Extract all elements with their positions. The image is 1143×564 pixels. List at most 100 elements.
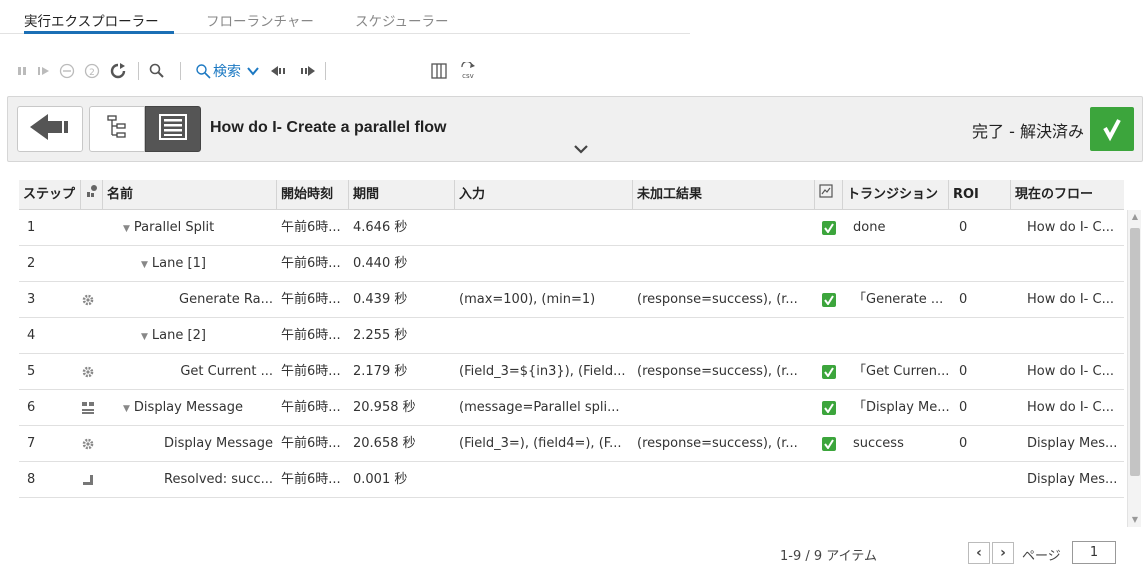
- table-row[interactable]: 4 ▼ Lane [2] 午前6時... 2.255 秒: [19, 318, 1124, 354]
- expand-toggle-icon[interactable]: ▼: [141, 260, 148, 270]
- back-button[interactable]: [17, 106, 83, 152]
- gear-icon: [81, 365, 95, 379]
- flow-title: How do I- Create a parallel flow: [210, 119, 447, 136]
- next-page-button[interactable]: ›: [992, 542, 1014, 564]
- cell-step: 1: [27, 220, 36, 235]
- col-transition[interactable]: トランジション: [843, 180, 949, 210]
- next-icon[interactable]: [296, 61, 316, 81]
- scroll-up-icon[interactable]: ▲: [1128, 210, 1142, 224]
- cell-current-flow: Display Mes...: [1027, 436, 1118, 451]
- back-arrow-icon: [28, 112, 72, 146]
- cell-current-flow: How do I- C...: [1027, 364, 1114, 379]
- table-header: ステップ 名前 開始時刻 期間 入力 未加工結果 トランジション ROI 現在の…: [19, 180, 1124, 210]
- cell-name[interactable]: Display Message: [103, 426, 277, 462]
- cell-name[interactable]: Get Current ...: [103, 354, 277, 390]
- pause-icon[interactable]: [14, 61, 30, 81]
- cell-duration: 2.255 秒: [353, 328, 408, 343]
- cell-name[interactable]: Generate Ra...: [103, 282, 277, 318]
- active-tab-indicator: [24, 31, 174, 34]
- cancel-icon[interactable]: [58, 61, 76, 81]
- resolved-icon: [81, 473, 95, 487]
- cell-name[interactable]: ▼ Lane [2]: [103, 318, 277, 354]
- cell-current-flow: [1027, 246, 1124, 282]
- search-icon[interactable]: [194, 61, 212, 81]
- cell-transition: 「Generate ...: [853, 292, 944, 307]
- cell-input: (message=Parallel spli...: [459, 400, 620, 415]
- columns-icon[interactable]: [430, 61, 448, 81]
- col-type[interactable]: [81, 180, 103, 210]
- cell-step: 2: [27, 256, 36, 271]
- tree-icon: [106, 115, 128, 143]
- list-view-button[interactable]: [145, 106, 201, 152]
- col-step[interactable]: ステップ: [19, 180, 81, 210]
- vertical-scrollbar[interactable]: ▲ ▼: [1127, 210, 1141, 527]
- col-result-check[interactable]: [815, 180, 843, 210]
- cell-start-time: 午前6時...: [281, 472, 341, 487]
- cell-start-time: 午前6時...: [281, 256, 341, 271]
- cell-step: 4: [27, 328, 36, 343]
- tree-view-button[interactable]: [89, 106, 145, 152]
- page-label: ページ: [1022, 549, 1061, 564]
- csv-export-icon[interactable]: csv: [456, 61, 480, 81]
- scrollbar-thumb[interactable]: [1130, 228, 1140, 476]
- col-raw-result[interactable]: 未加工結果: [633, 180, 815, 210]
- cell-start-time: 午前6時...: [281, 364, 341, 379]
- table-row[interactable]: 2 ▼ Lane [1] 午前6時... 0.440 秒: [19, 246, 1124, 282]
- cell-roi: [959, 462, 1009, 498]
- table-row[interactable]: 7 Display Message 午前6時... 20.658 秒 (Field_3=…: [19, 426, 1124, 462]
- table-row[interactable]: 5 Get Current ... 午前6時... 2.179 秒 (Field_3=$…: [19, 354, 1124, 390]
- tab-flow-launcher[interactable]: フローランチャー: [206, 10, 314, 30]
- col-input[interactable]: 入力: [455, 180, 633, 210]
- tab-execution-explorer[interactable]: 実行エクスプローラー: [24, 10, 159, 30]
- flow-header: How do I- Create a parallel flow 完了 - 解決…: [7, 96, 1143, 162]
- cell-roi: 0: [959, 292, 968, 307]
- cell-current-flow: How do I- C...: [1027, 400, 1114, 415]
- cell-current-flow: How do I- C...: [1027, 292, 1114, 307]
- col-current-flow[interactable]: 現在のフロー: [1011, 180, 1124, 210]
- resume-icon[interactable]: [36, 61, 52, 81]
- table-row[interactable]: 3 Generate Ra... 午前6時... 0.439 秒 (max=100), …: [19, 282, 1124, 318]
- cell-name[interactable]: Resolved: succ...: [103, 462, 277, 498]
- cell-input: (max=100), (min=1): [459, 292, 596, 307]
- gear-icon: [81, 293, 95, 307]
- subflow-icon: [81, 401, 95, 415]
- zoom-icon[interactable]: [146, 61, 168, 81]
- cell-duration: 20.958 秒: [353, 400, 416, 415]
- expand-chevron-icon[interactable]: [573, 143, 589, 158]
- chevron-down-icon[interactable]: [245, 61, 261, 81]
- cell-name[interactable]: ▼ Display Message: [103, 390, 277, 426]
- cell-transition: 「Display Me...: [853, 400, 949, 415]
- table-row[interactable]: 1 ▼ Parallel Split 午前6時... 4.646 秒 done 0 How d…: [19, 210, 1124, 246]
- svg-text:2: 2: [89, 68, 95, 78]
- cell-start-time: 午前6時...: [281, 220, 341, 235]
- cell-icon: [81, 390, 103, 426]
- cell-name[interactable]: ▼ Parallel Split: [103, 210, 277, 246]
- col-roi[interactable]: ROI: [949, 180, 1011, 210]
- table-row[interactable]: 6 ▼ Display Message 午前6時... 20.958 秒 (message…: [19, 390, 1124, 426]
- search-button[interactable]: 検索: [212, 61, 242, 81]
- cell-step: 6: [27, 400, 36, 415]
- expand-toggle-icon[interactable]: ▼: [123, 224, 130, 234]
- prev-icon[interactable]: [270, 61, 290, 81]
- page-number-input[interactable]: 1: [1072, 541, 1116, 564]
- cell-input: (Field_3=${in3}), (Field...: [459, 364, 626, 379]
- col-name[interactable]: 名前: [103, 180, 277, 210]
- toolbar: 2 検索 csv: [0, 56, 700, 86]
- svg-text:csv: csv: [462, 72, 474, 80]
- gear-icon: [81, 437, 95, 451]
- step-name: Display Message: [163, 436, 273, 451]
- col-duration[interactable]: 期間: [349, 180, 455, 210]
- expand-toggle-icon[interactable]: ▼: [141, 332, 148, 342]
- prev-page-button[interactable]: ‹: [968, 542, 990, 564]
- cell-transition: [853, 318, 949, 354]
- tab-scheduler[interactable]: スケジューラー: [355, 10, 449, 30]
- step-icon[interactable]: 2: [82, 61, 102, 81]
- table-row[interactable]: 8 Resolved: succ... 午前6時... 0.001 秒 Display …: [19, 462, 1124, 498]
- refresh-icon[interactable]: [108, 61, 128, 81]
- cell-roi: [959, 246, 1009, 282]
- cell-name[interactable]: ▼ Lane [1]: [103, 246, 277, 282]
- scroll-down-icon[interactable]: ▼: [1128, 513, 1142, 527]
- cell-input: [459, 210, 631, 246]
- expand-toggle-icon[interactable]: ▼: [123, 404, 130, 414]
- col-start-time[interactable]: 開始時刻: [277, 180, 349, 210]
